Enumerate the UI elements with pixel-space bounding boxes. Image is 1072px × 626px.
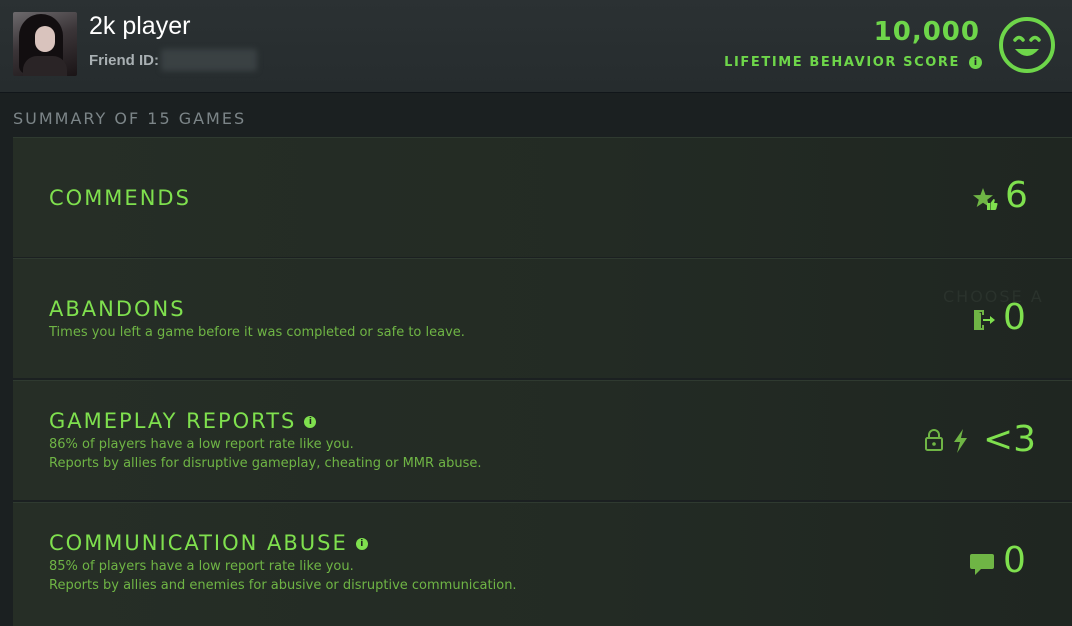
- summary-title: SUMMARY OF 15 GAMES: [13, 109, 247, 128]
- background-faded-text: CHOOSE A: [943, 287, 1044, 306]
- friend-id: Friend ID:: [89, 49, 257, 71]
- behavior-score-label: LIFETIME BEHAVIOR SCORE: [724, 55, 960, 70]
- behavior-score-info-icon[interactable]: i: [969, 56, 982, 69]
- communication-abuse-value: 0: [1003, 540, 1026, 581]
- communication-abuse-description-line1: 85% of players have a low report rate li…: [49, 559, 354, 574]
- avatar[interactable]: [13, 12, 77, 76]
- lightning-icon: [954, 429, 967, 453]
- abandons-description: Times you left a game before it was comp…: [49, 325, 465, 340]
- gameplay-reports-value: <3: [983, 419, 1037, 460]
- gameplay-reports-title-text: GAMEPLAY REPORTS: [49, 409, 297, 433]
- commends-card: COMMENDS 6: [13, 137, 1072, 257]
- communication-abuse-info-icon[interactable]: i: [355, 538, 368, 550]
- gameplay-reports-description-line1: 86% of players have a low report rate li…: [49, 437, 354, 452]
- star-thumbs-up-icon: [973, 188, 998, 210]
- gameplay-reports-info-icon[interactable]: i: [304, 416, 317, 428]
- exit-door-icon: [974, 310, 995, 330]
- abandons-value: 0: [1003, 297, 1026, 338]
- communication-abuse-title: COMMUNICATION ABUSE i: [49, 531, 368, 555]
- chat-bubble-icon: [970, 554, 994, 575]
- communication-abuse-description-line2: Reports by allies and enemies for abusiv…: [49, 578, 517, 593]
- gameplay-reports-card: GAMEPLAY REPORTS i 86% of players have a …: [13, 380, 1072, 500]
- gameplay-reports-description-line2: Reports by allies for disruptive gamepla…: [49, 456, 482, 471]
- profile-header: 2k player Friend ID: 10,000 LIFETIME BEH…: [0, 0, 1072, 93]
- communication-abuse-title-text: COMMUNICATION ABUSE: [49, 531, 348, 555]
- player-name[interactable]: 2k player: [89, 12, 190, 41]
- commends-value: 6: [1005, 175, 1028, 216]
- abandons-card: ABANDONS Times you left a game before it…: [13, 258, 1072, 378]
- communication-abuse-card: COMMUNICATION ABUSE i 85% of players have…: [13, 502, 1072, 626]
- lock-icon: [925, 429, 943, 451]
- smiley-face-icon: [999, 17, 1055, 73]
- gameplay-reports-title: GAMEPLAY REPORTS i: [49, 409, 317, 433]
- friend-id-label: Friend ID:: [89, 52, 159, 69]
- behavior-score-value: 10,000: [873, 17, 980, 47]
- friend-id-blurred-value: [161, 49, 257, 71]
- abandons-title: ABANDONS: [49, 297, 186, 321]
- commends-title: COMMENDS: [49, 186, 191, 210]
